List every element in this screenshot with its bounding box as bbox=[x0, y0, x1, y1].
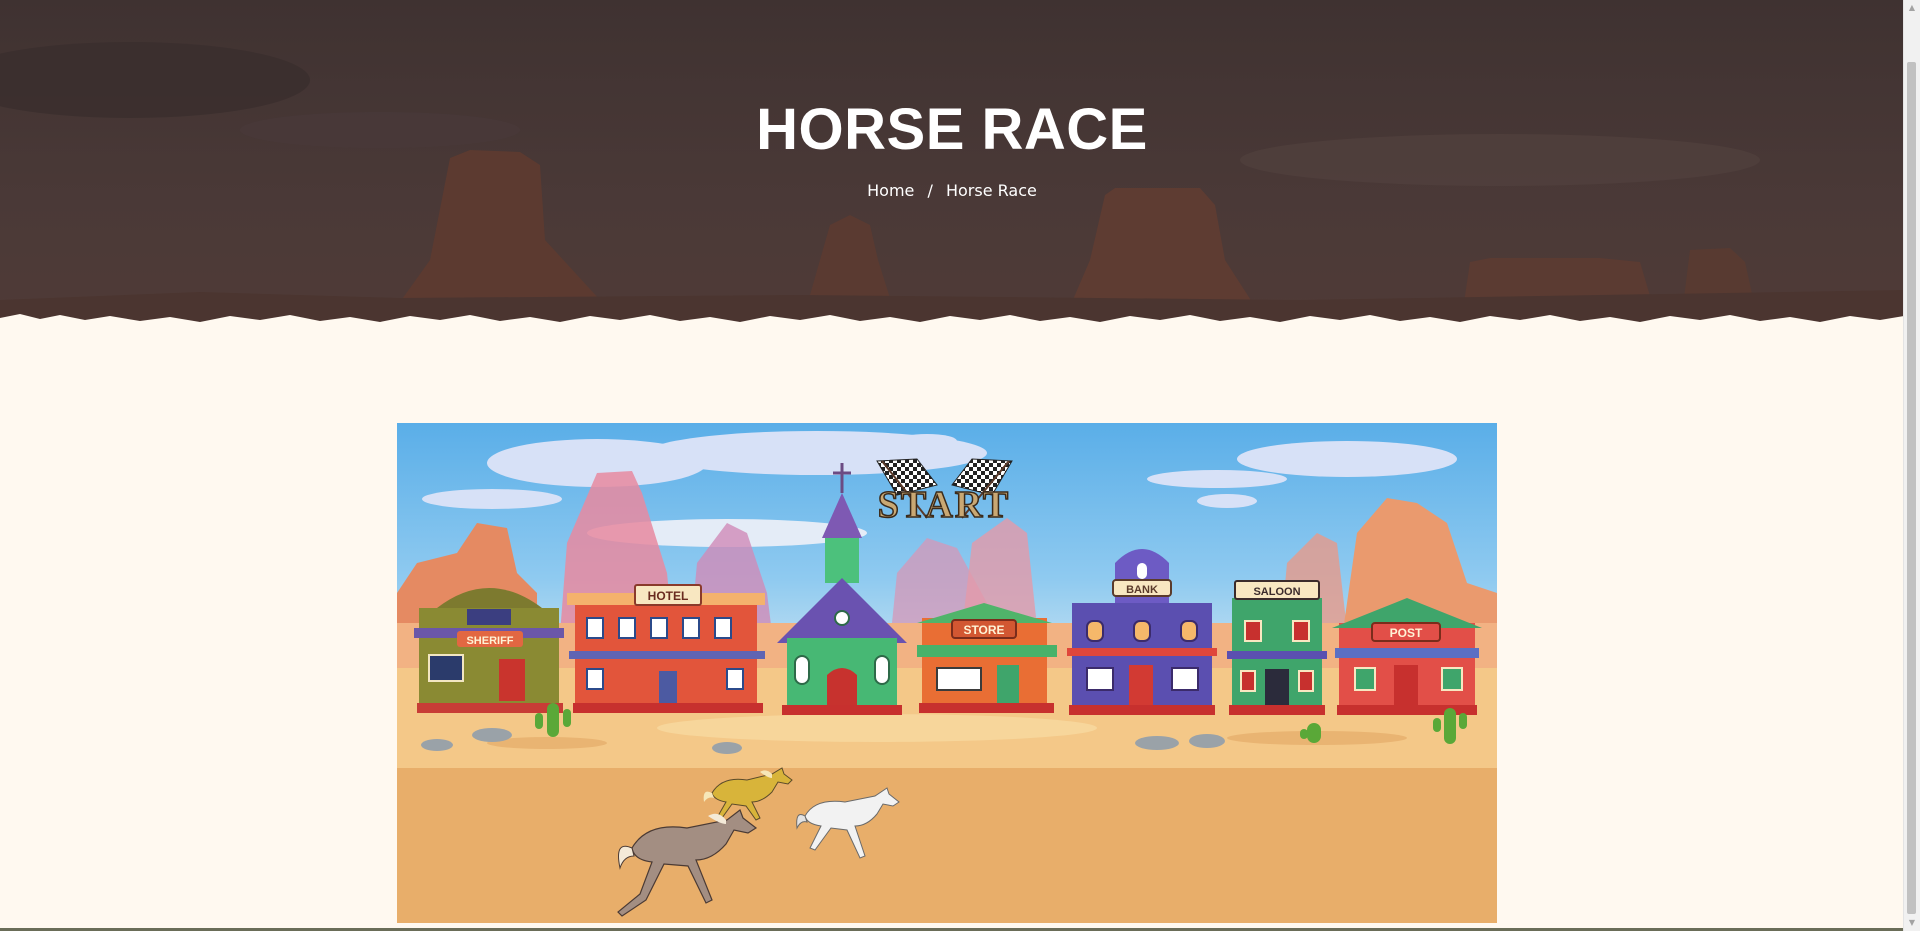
sign-sheriff: SHERIFF bbox=[466, 635, 513, 647]
vertical-scrollbar[interactable]: ▲ ▼ bbox=[1903, 0, 1920, 931]
sign-bank: BANK bbox=[1126, 584, 1158, 596]
start-label: START bbox=[878, 484, 1011, 526]
breadcrumb-home-link[interactable]: Home bbox=[867, 181, 914, 200]
breadcrumb-current: Horse Race bbox=[945, 181, 1037, 200]
sign-post: POST bbox=[1390, 626, 1423, 640]
sign-hotel: HOTEL bbox=[648, 589, 689, 603]
race-track bbox=[397, 768, 1497, 923]
building-store: STORE bbox=[917, 603, 1057, 713]
scroll-down-arrow-icon[interactable]: ▼ bbox=[1904, 915, 1920, 931]
sign-store: STORE bbox=[963, 623, 1004, 637]
breadcrumb-separator: / bbox=[927, 181, 933, 200]
scrollbar-thumb[interactable] bbox=[1907, 62, 1916, 914]
hero-banner: HORSE RACE Home / Horse Race bbox=[0, 0, 1904, 330]
sign-saloon: SALOON bbox=[1253, 586, 1300, 598]
breadcrumb: Home / Horse Race bbox=[0, 181, 1904, 200]
building-saloon: SALOON bbox=[1227, 580, 1327, 715]
page-title: HORSE RACE bbox=[756, 97, 1148, 162]
game-canvas[interactable]: SHERIFF HOTEL STORE BANK SALOON POST STA… bbox=[397, 423, 1497, 923]
page: HORSE RACE Home / Horse Race SHERIFF HOT… bbox=[0, 0, 1920, 931]
horse-race-game[interactable]: SHERIFF HOTEL STORE BANK SALOON POST STA… bbox=[397, 423, 1497, 923]
hero-background-image bbox=[0, 0, 1904, 330]
scroll-up-arrow-icon[interactable]: ▲ bbox=[1904, 0, 1920, 16]
building-hotel: HOTEL bbox=[567, 584, 765, 713]
